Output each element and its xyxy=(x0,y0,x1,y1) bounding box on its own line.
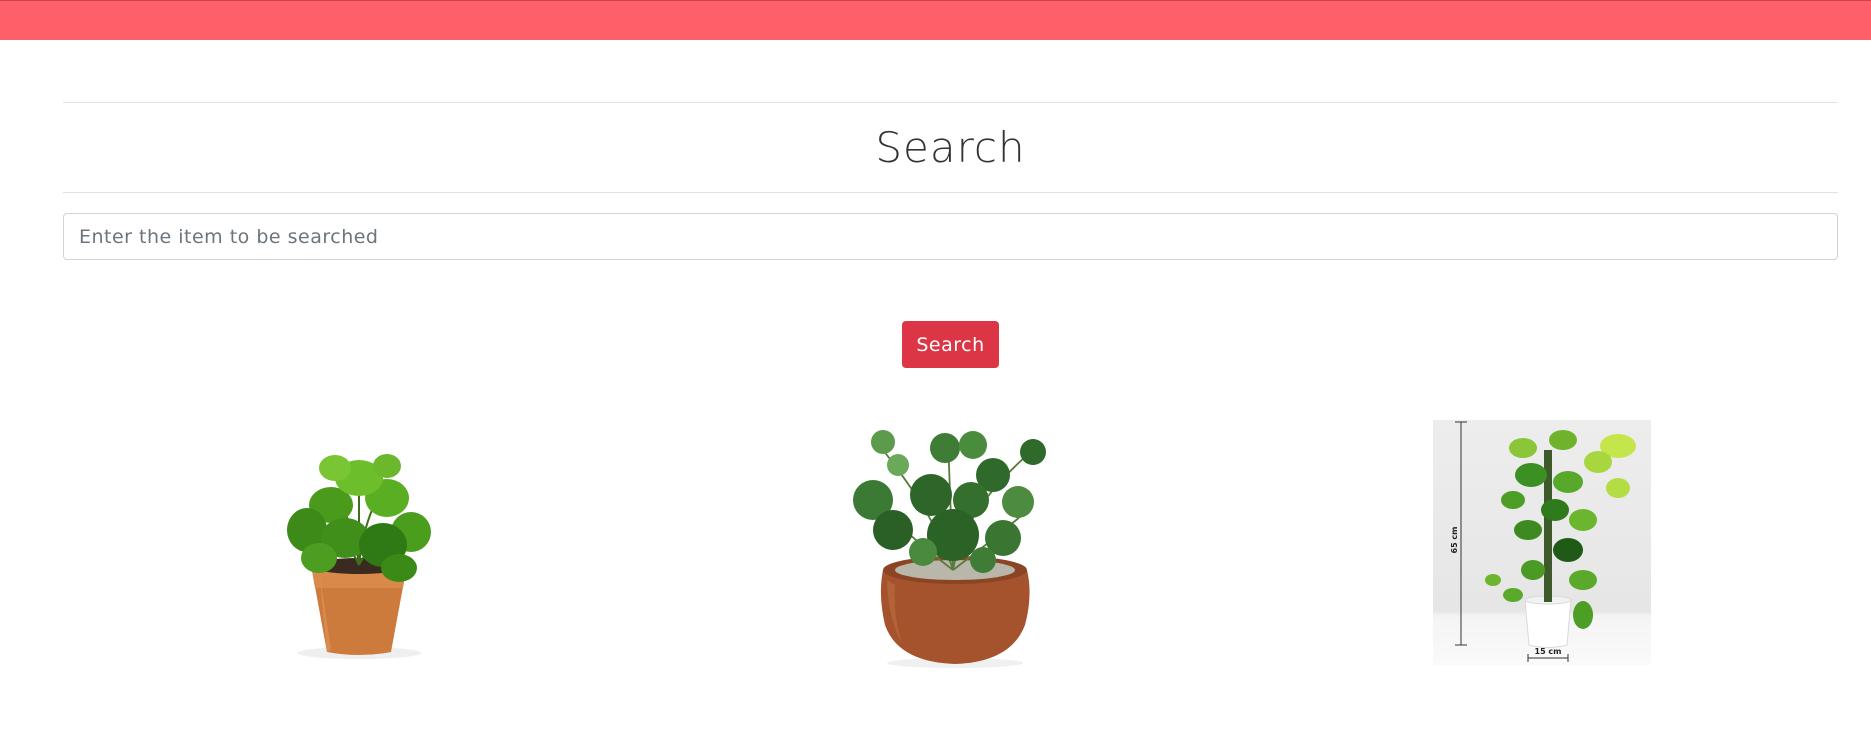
plant-terracotta-pot-image[interactable] xyxy=(259,420,459,665)
product-card[interactable] xyxy=(63,420,655,680)
width-label: 15 cm xyxy=(1535,647,1562,656)
product-card[interactable]: 65 cm 15 cm xyxy=(1246,420,1838,680)
page-title: Search xyxy=(875,123,1026,172)
search-input[interactable] xyxy=(63,213,1838,260)
product-grid: 65 cm 15 cm xyxy=(63,420,1838,680)
top-navbar xyxy=(0,0,1871,40)
money-plant-moss-stick-image[interactable]: 65 cm 15 cm xyxy=(1433,420,1652,665)
height-label: 65 cm xyxy=(1450,527,1459,554)
search-button[interactable]: Search xyxy=(902,321,999,368)
search-button-row: Search xyxy=(63,321,1838,368)
product-card[interactable] xyxy=(655,420,1247,680)
plant-round-clay-pot-image[interactable] xyxy=(843,420,1058,670)
search-section: Search Search xyxy=(63,102,1838,368)
divider-bottom xyxy=(63,192,1838,193)
